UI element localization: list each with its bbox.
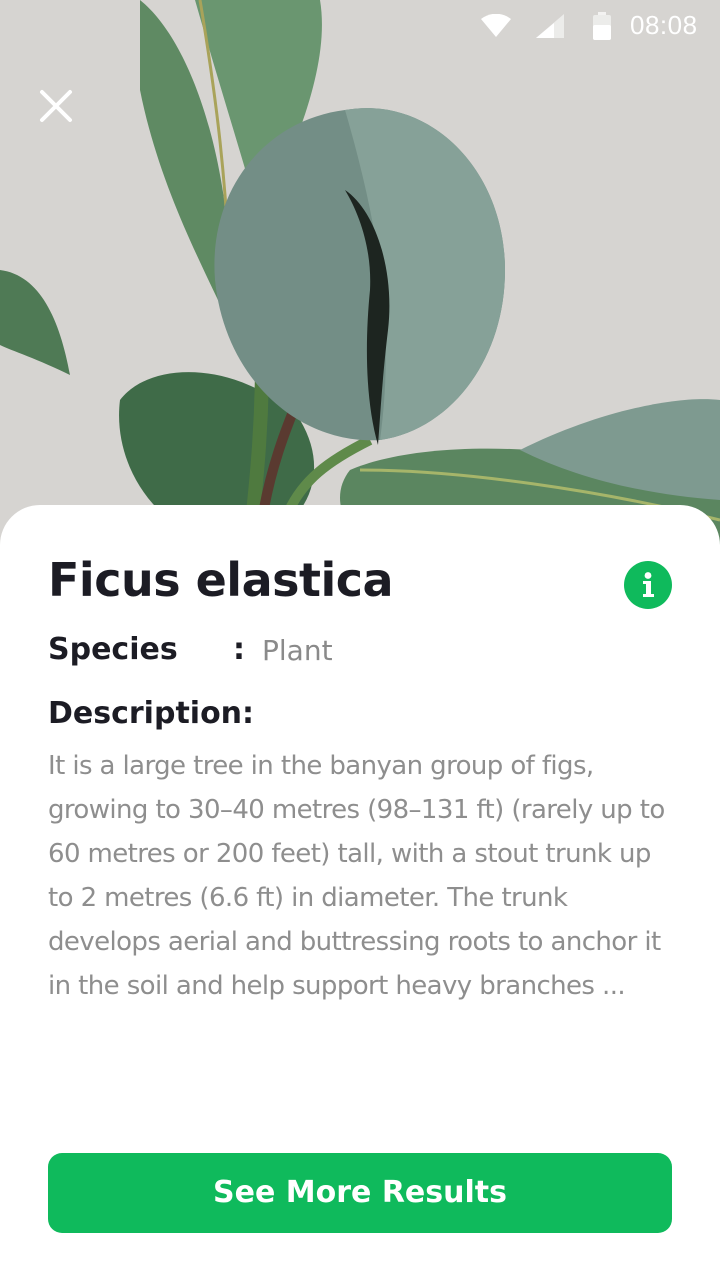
status-time: 08:08 <box>630 10 698 40</box>
species-label: Species <box>48 632 178 667</box>
see-more-results-button[interactable]: See More Results <box>48 1153 672 1233</box>
species-separator: : <box>233 632 245 667</box>
info-icon <box>643 572 654 597</box>
description-label: Description: <box>48 696 255 731</box>
info-button[interactable] <box>624 561 672 609</box>
status-bar: 08:08 <box>0 0 720 52</box>
cell-signal-icon <box>536 14 564 38</box>
plant-title: Ficus elastica <box>48 553 394 607</box>
close-icon <box>40 90 72 122</box>
close-button[interactable] <box>34 84 78 128</box>
species-value: Plant <box>262 634 333 667</box>
description-text: It is a large tree in the banyan group o… <box>48 751 665 1001</box>
plant-illustration <box>0 0 720 560</box>
battery-icon <box>593 12 611 40</box>
wifi-icon <box>481 14 511 37</box>
hero-plant-image <box>0 0 720 560</box>
